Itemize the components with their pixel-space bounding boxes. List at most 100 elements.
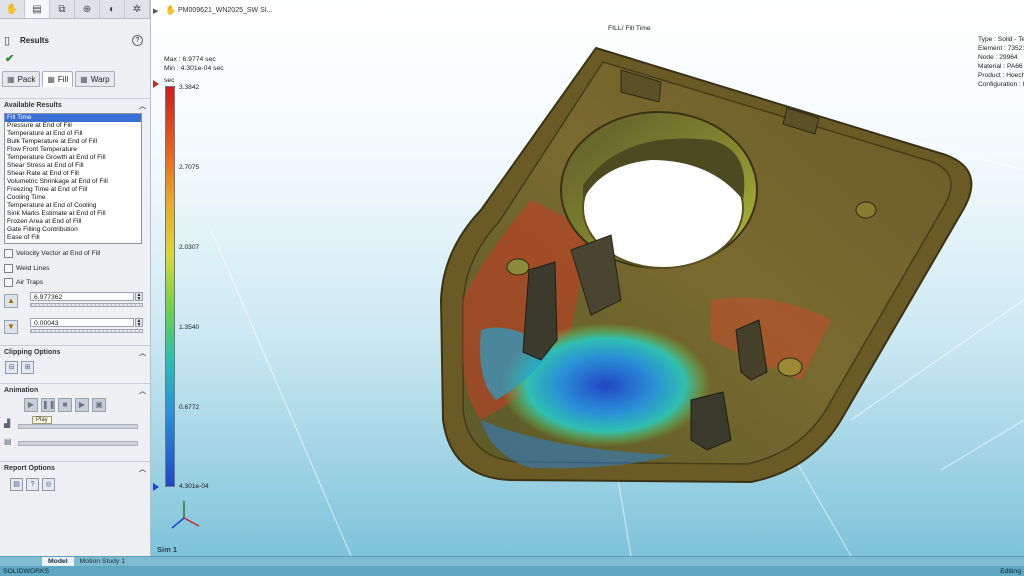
max-value-spinner[interactable]: ▲ ▼ <box>135 292 143 302</box>
result-list-item[interactable]: Temperature Growth at End of Fill <box>5 154 141 162</box>
propertymanager-icon: ▤ <box>32 3 42 15</box>
play-icon[interactable]: ▶ <box>24 398 38 412</box>
step-forward-icon[interactable]: ▶ <box>75 398 89 412</box>
screw-boss <box>506 258 530 276</box>
record-icon[interactable]: ▣ <box>92 398 106 412</box>
weld-lines-option[interactable]: Weld Lines <box>4 263 50 273</box>
available-results-list[interactable]: Fill Time Pressure at End of Fill Temperat… <box>4 113 142 244</box>
screw-boss <box>777 357 803 377</box>
tab-label: Pack <box>17 74 36 84</box>
screw-boss <box>855 201 877 219</box>
appearance-icon: ◐ <box>108 3 116 15</box>
animation-controls: ▶ ❚❚ ■ ▶ ▣ <box>24 398 106 412</box>
chevron-up-icon[interactable]: ︿ <box>139 464 146 474</box>
report-icon[interactable]: ▤ <box>10 478 23 491</box>
report-help-icon[interactable]: ? <box>26 478 39 491</box>
min-value-control: ▼ 0.00043 ▲ ▼ <box>4 318 144 336</box>
configuration-icon: ⧉ <box>58 3 66 15</box>
featuremanager-icon: ✋ <box>5 3 19 15</box>
result-list-item[interactable]: Volumetric Shrinkage at End of Fill <box>5 178 141 186</box>
result-list-item[interactable]: Ease of Fill <box>5 234 141 242</box>
max-value-control: ▲ 6.977362 ▲ ▼ <box>4 292 144 310</box>
featuremanager-tab[interactable]: ✋ <box>0 0 25 18</box>
report-export-icon[interactable]: ◎ <box>42 478 55 491</box>
speed-icon: ▟ <box>4 419 11 428</box>
play-tooltip: Play <box>32 416 52 424</box>
frames-slider[interactable] <box>18 441 138 446</box>
panel-title-row: ▯ Results ? <box>0 34 150 48</box>
target-tab[interactable]: ⊕ <box>75 0 100 18</box>
clip-plane-icon[interactable]: ⊟ <box>5 361 18 374</box>
pack-icon: ▦ <box>7 74 15 84</box>
result-list-item[interactable]: Flow Front Temperature <box>5 146 141 154</box>
tab-label: Warp <box>90 74 110 84</box>
result-list-item[interactable]: Shear Stress at End of Fill <box>5 162 141 170</box>
available-results-header[interactable]: Available Results ︿ <box>0 98 150 112</box>
fill-icon: ▦ <box>47 74 55 84</box>
molded-part-model[interactable] <box>151 0 1024 556</box>
status-mode: Editing <box>1000 567 1021 575</box>
velocity-vector-checkbox[interactable] <box>4 248 13 258</box>
warp-icon: ▦ <box>80 74 88 84</box>
appearance-tab[interactable]: ◐ <box>100 0 125 18</box>
snap-clip <box>522 261 558 361</box>
result-list-item[interactable]: Gate Filling Contribution <box>5 226 141 234</box>
velocity-vector-option[interactable]: Velocity Vector at End of Fill <box>4 248 100 258</box>
simulation-label: Sim 1 <box>157 545 178 554</box>
min-value-slider[interactable] <box>30 329 143 333</box>
ok-checkmark-icon[interactable]: ✔ <box>5 52 14 65</box>
section-title: Report Options <box>4 465 55 472</box>
max-value-slider[interactable] <box>30 303 143 307</box>
result-list-item[interactable]: Fill Time <box>5 114 141 122</box>
max-limit-icon: ▲ <box>4 294 18 308</box>
animation-header[interactable]: Animation ︿ <box>0 383 150 397</box>
checkbox-label: Velocity Vector at End of Fill <box>16 249 101 257</box>
checkbox-label: Weld Lines <box>16 264 50 272</box>
tab-fill[interactable]: ▦ Fill <box>42 71 74 87</box>
orientation-triad-icon <box>171 501 200 529</box>
result-list-item[interactable]: Sink Marks Estimate at End of Fill <box>5 210 141 218</box>
min-value-spinner[interactable]: ▲ ▼ <box>135 318 143 328</box>
configuration-tab[interactable]: ⧉ <box>50 0 75 18</box>
result-list-item[interactable]: Bulk Temperature at End of Fill <box>5 138 141 146</box>
result-list-item[interactable]: Cooling Time <box>5 194 141 202</box>
tab-label: Fill <box>57 74 69 84</box>
propertymanager-tab[interactable]: ▤ <box>25 0 50 18</box>
report-tools: ▤ ? ◎ <box>10 478 55 491</box>
air-traps-option[interactable]: Air Traps <box>4 277 43 287</box>
clipping-tools: ⊟ ⊞ <box>5 361 34 374</box>
section-title: Available Results <box>4 102 62 109</box>
plastics-tab[interactable]: ✲ <box>125 0 150 18</box>
target-icon: ⊕ <box>82 3 92 15</box>
chevron-up-icon[interactable]: ︿ <box>139 101 146 111</box>
frames-icon: ▤ <box>4 437 12 446</box>
help-icon[interactable]: ? <box>132 35 143 46</box>
chevron-up-icon[interactable]: ︿ <box>139 386 146 396</box>
stop-icon[interactable]: ■ <box>58 398 72 412</box>
min-value-field[interactable]: 0.00043 <box>30 318 134 327</box>
checkbox-label: Air Traps <box>16 278 44 286</box>
pause-icon[interactable]: ❚❚ <box>41 398 55 412</box>
result-list-item[interactable]: Freezing Time at End of Fill <box>5 186 141 194</box>
panel-title: Results <box>20 36 49 45</box>
weld-lines-checkbox[interactable] <box>4 263 13 273</box>
status-app-name: SOLIDWORKS <box>3 567 50 575</box>
tab-pack[interactable]: ▦ Pack <box>2 71 41 87</box>
status-bar: SOLIDWORKS Editing <box>0 566 1024 576</box>
result-list-item[interactable]: Temperature at End of Fill <box>5 130 141 138</box>
tab-warp[interactable]: ▦ Warp <box>75 71 115 87</box>
results-icon: ▯ <box>4 35 11 47</box>
speed-slider[interactable] <box>18 424 138 429</box>
result-list-item[interactable]: Pressure at End of Fill <box>5 122 141 130</box>
clipping-options-header[interactable]: Clipping Options ︿ <box>0 345 150 359</box>
report-options-header[interactable]: Report Options ︿ <box>0 461 150 475</box>
result-list-item[interactable]: Shear Rate at End of Fill <box>5 170 141 178</box>
air-traps-checkbox[interactable] <box>4 277 13 287</box>
plastics-icon: ✲ <box>132 3 142 15</box>
result-list-item[interactable]: Frozen Area at End of Fill <box>5 218 141 226</box>
graphics-viewport[interactable]: ▶ ✋ PM009621_WN2025_SW SI... Max : 6.977… <box>151 0 1024 556</box>
chevron-up-icon[interactable]: ︿ <box>139 348 146 358</box>
clip-section-icon[interactable]: ⊞ <box>21 361 34 374</box>
max-value-field[interactable]: 6.977362 <box>30 292 134 301</box>
result-list-item[interactable]: Temperature at End of Cooling <box>5 202 141 210</box>
